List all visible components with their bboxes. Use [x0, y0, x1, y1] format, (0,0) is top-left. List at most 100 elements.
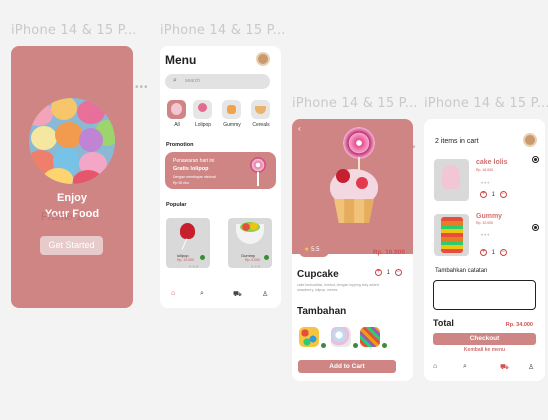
heart-lolipop-image [180, 223, 195, 239]
increment-icon[interactable]: + [375, 269, 382, 276]
lolipop-image [250, 157, 266, 173]
add-icon[interactable] [264, 255, 269, 260]
add-icon[interactable] [382, 343, 387, 348]
home-icon[interactable]: ⌂ [433, 363, 437, 370]
note-textarea[interactable] [433, 280, 536, 310]
cart-item-price: Rp. 16.000 [476, 168, 494, 172]
avatar[interactable] [256, 52, 270, 66]
profile-icon[interactable]: ♙ [262, 290, 268, 298]
strawberry [336, 169, 350, 183]
rating-value: 5.5 [311, 247, 320, 253]
page-title: Menu [165, 53, 197, 67]
more-icon: ••• [189, 264, 200, 271]
total-value: Rp. 34.000 [505, 322, 533, 328]
search-icon[interactable]: ⌕ [463, 363, 467, 371]
star-icon: ★ [304, 247, 310, 253]
splash-line-1: Enjoy [57, 192, 87, 204]
category-label: Lolipop [194, 122, 212, 128]
category-cereals[interactable] [251, 100, 270, 119]
promo-banner[interactable]: Penawaran hari ini Gratis lolipop Dengan… [165, 152, 276, 189]
increment-icon[interactable]: + [480, 249, 487, 256]
lolipop-icon [198, 103, 207, 112]
more-icon: ••• [135, 82, 149, 93]
quantity-stepper: + 1 − [480, 191, 507, 198]
cart-item-name: cake lolis [476, 159, 508, 166]
topping-option[interactable] [331, 327, 351, 347]
cupcake-icon [171, 103, 182, 115]
add-icon[interactable] [200, 255, 205, 260]
topping-option[interactable] [299, 327, 319, 347]
get-started-button[interactable]: Get Started [40, 236, 103, 255]
splash-screen: Enjoy Your Food Frame 1 Get Started [11, 46, 133, 308]
promo-line: Rp 50 ribu [173, 181, 190, 185]
search-input[interactable]: search [165, 74, 270, 89]
gummy-candies [240, 222, 260, 232]
search-icon[interactable]: ⌕ [200, 290, 204, 298]
checkout-button[interactable]: Checkout [433, 333, 536, 345]
category-label: All [174, 122, 180, 128]
lolipop-stick [257, 172, 259, 186]
category-gummy[interactable] [222, 100, 241, 119]
quantity-stepper: + 1 − [375, 269, 402, 276]
section-title: Promotion [166, 142, 194, 148]
avatar[interactable] [523, 133, 537, 147]
lolipop-topper [343, 127, 375, 159]
product-description: cake berkualitas, lembut, dengan topping… [297, 283, 379, 292]
decrement-icon[interactable]: − [499, 191, 507, 198]
more-icon: ••• [251, 264, 262, 271]
add-icon[interactable] [353, 343, 358, 348]
cart-screen: 2 items in cart cake lolis Rp. 16.000 ••… [424, 119, 545, 381]
product-card[interactable]: lolipop Rp. 10.000 [166, 218, 210, 268]
product-name: Cupcake [297, 269, 339, 280]
cereal-icon [255, 106, 266, 114]
section-title: Popular [166, 202, 187, 208]
frame-label: iPhone 14 & 15 P... [160, 23, 286, 38]
select-radio[interactable] [532, 224, 539, 231]
macarons-image [29, 98, 115, 184]
cupcake-liner [334, 199, 374, 223]
increment-icon[interactable]: + [480, 191, 487, 198]
cart-item-price: Rp. 10.000 [476, 221, 494, 225]
quantity-value: 1 [491, 192, 496, 199]
rating-badge: ★ 5.5 [299, 243, 329, 257]
bottom-nav: ⌂ ⌕ ⛟ ♙ [160, 290, 281, 302]
category-label: Cereals [252, 122, 270, 128]
quantity-stepper: + 1 − [480, 249, 507, 256]
add-to-cart-button[interactable]: Add to Cart [298, 360, 396, 373]
profile-icon[interactable]: ♙ [528, 363, 534, 371]
quantity-value: 1 [386, 270, 391, 277]
total-label: Total [433, 318, 454, 328]
frame-label: iPhone 14 & 15 P... [292, 96, 418, 111]
product-price: Rp. 5.000 [245, 258, 261, 262]
product-price: Rp. 10.000 [177, 258, 195, 262]
lolipop-stick [181, 238, 188, 250]
gummy-icon [227, 105, 236, 114]
decrement-icon[interactable]: − [499, 249, 507, 256]
frame-label: iPhone 14 & 15 P... [11, 23, 137, 38]
strawberry [356, 177, 368, 189]
topping-option[interactable] [360, 327, 380, 347]
back-to-menu-link[interactable]: Kembali ke menu [424, 347, 545, 353]
back-arrow-icon[interactable]: ‹ [298, 124, 301, 133]
product-card[interactable]: Gummy Rp. 5.000 [228, 218, 272, 268]
category-lolipop[interactable] [193, 100, 212, 119]
select-radio[interactable] [532, 156, 539, 163]
add-icon[interactable] [321, 343, 326, 348]
product-hero: ‹ [292, 119, 413, 254]
product-price: Rp. 16.900 [372, 249, 405, 256]
category-all[interactable] [167, 100, 186, 119]
cart-item-image [434, 214, 469, 256]
decrement-icon[interactable]: − [394, 269, 402, 276]
quantity-value: 1 [491, 250, 496, 257]
cake-lolis-image [442, 165, 460, 189]
cart-item-name: Gummy [476, 213, 503, 220]
category-label: Gummy [223, 122, 241, 128]
gummy-jar-image [441, 217, 463, 253]
home-icon[interactable]: ⌂ [171, 290, 175, 297]
search-icon: ⌕ [173, 77, 177, 84]
cart-icon[interactable]: ⛟ [233, 290, 242, 299]
note-label: Tambahkan catatan [435, 268, 488, 274]
promo-line: Penawaran hari ini [173, 158, 215, 164]
menu-screen: Menu search ⌕ All Lolipop Gummy Cereals … [160, 46, 281, 308]
cart-icon[interactable]: ⛟ [500, 363, 509, 372]
